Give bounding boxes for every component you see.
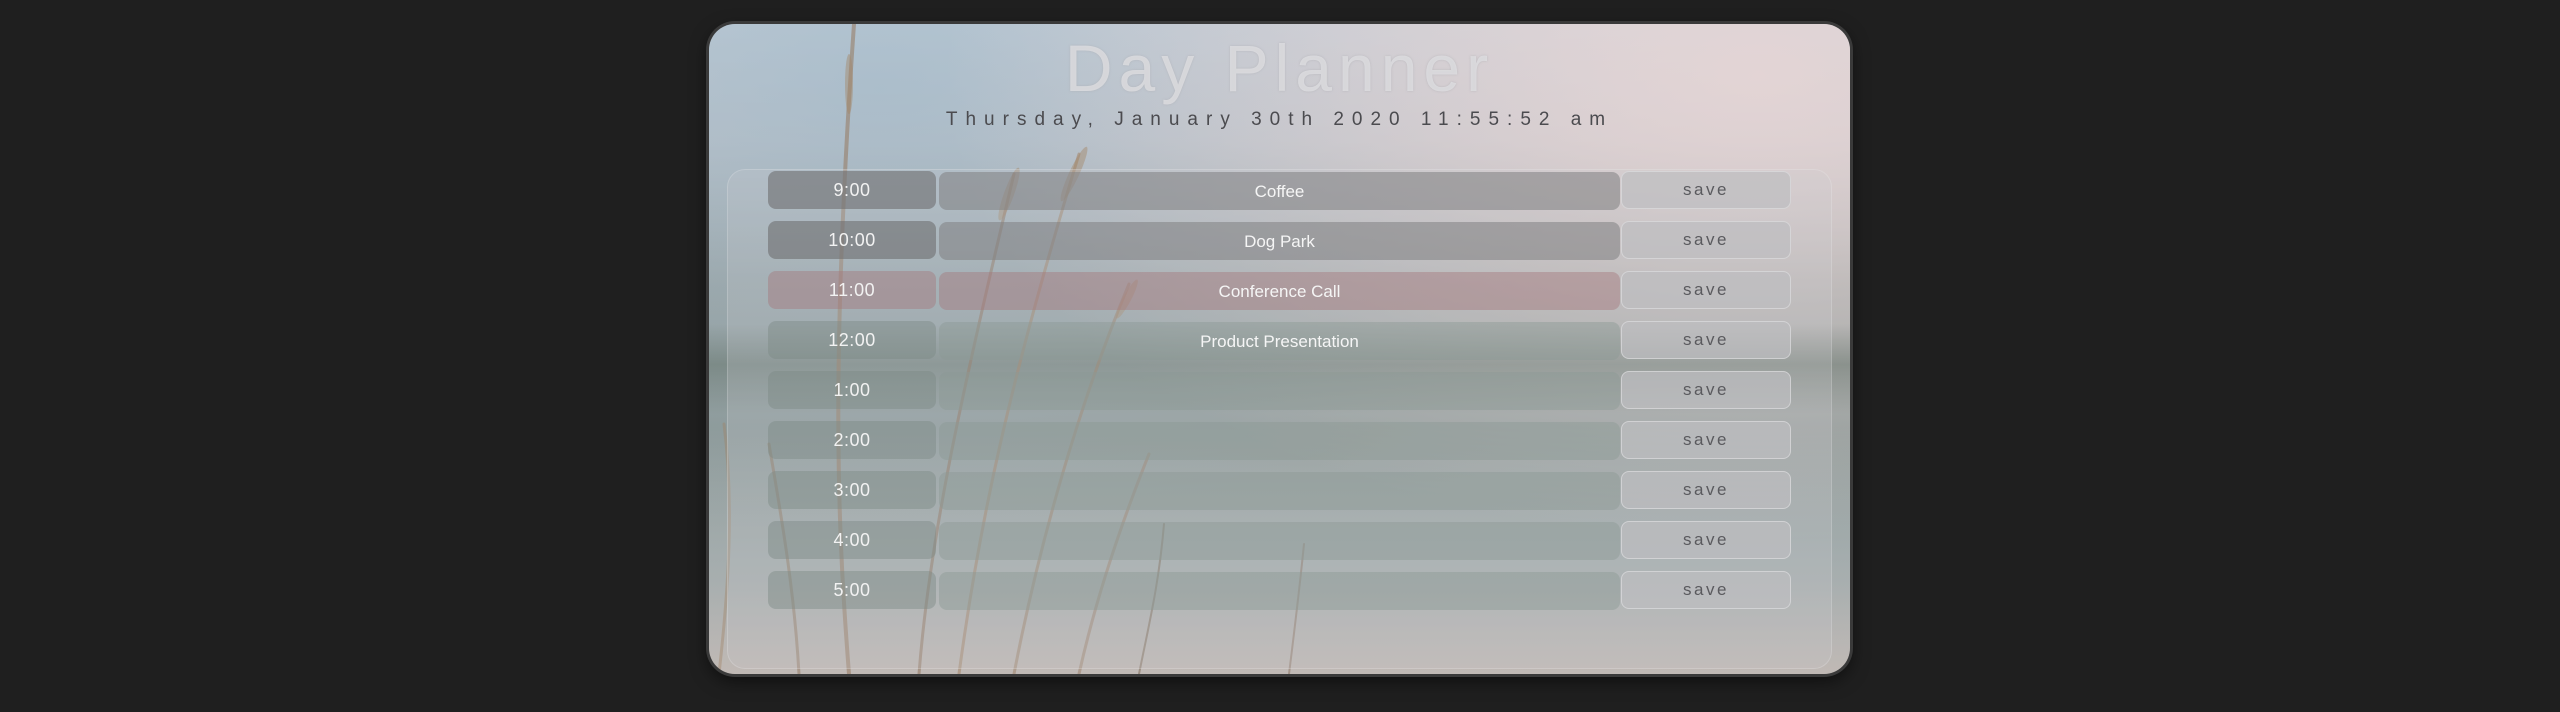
hour-label: 1:00: [768, 371, 936, 409]
hour-label: 12:00: [768, 321, 936, 359]
page-title: Day Planner: [1064, 31, 1495, 105]
event-textarea[interactable]: Coffee: [939, 172, 1620, 210]
event-textarea[interactable]: [939, 522, 1620, 560]
hour-label: 10:00: [768, 221, 936, 259]
save-button[interactable]: save: [1621, 421, 1791, 459]
save-button[interactable]: save: [1621, 321, 1791, 359]
save-button[interactable]: save: [1621, 471, 1791, 509]
header: Day Planner Thursday, January 30th 2020 …: [709, 24, 1850, 132]
time-block-row-6: 3:00 save: [727, 471, 1832, 511]
event-textarea[interactable]: [939, 422, 1620, 460]
time-block-row-4: 1:00 save: [727, 371, 1832, 411]
time-block-row-5: 2:00 save: [727, 421, 1832, 461]
time-block-row-3: 12:00 Product Presentation save: [727, 321, 1832, 361]
time-block-row-8: 5:00 save: [727, 571, 1832, 611]
hour-label: 11:00: [768, 271, 936, 309]
event-textarea[interactable]: Product Presentation: [939, 322, 1620, 360]
event-textarea[interactable]: [939, 572, 1620, 610]
hour-label: 3:00: [768, 471, 936, 509]
hour-label: 2:00: [768, 421, 936, 459]
hour-label: 4:00: [768, 521, 936, 559]
hour-label: 9:00: [768, 171, 936, 209]
time-block-row-7: 4:00 save: [727, 521, 1832, 561]
save-button[interactable]: save: [1621, 371, 1791, 409]
save-button[interactable]: save: [1621, 221, 1791, 259]
event-textarea[interactable]: Dog Park: [939, 222, 1620, 260]
hour-label: 5:00: [768, 571, 936, 609]
save-button[interactable]: save: [1621, 571, 1791, 609]
save-button[interactable]: save: [1621, 271, 1791, 309]
time-block-row-2: 11:00 Conference Call save: [727, 271, 1832, 311]
save-button[interactable]: save: [1621, 521, 1791, 559]
event-textarea[interactable]: [939, 372, 1620, 410]
event-textarea[interactable]: Conference Call: [939, 272, 1620, 310]
event-textarea[interactable]: [939, 472, 1620, 510]
time-block-row-1: 10:00 Dog Park save: [727, 221, 1832, 261]
time-block-row-0: 9:00 Coffee save: [727, 171, 1832, 211]
schedule-container: 9:00 Coffee save 10:00 Dog Park save 11:…: [727, 169, 1832, 669]
planner-card: Day Planner Thursday, January 30th 2020 …: [709, 24, 1850, 674]
save-button[interactable]: save: [1621, 171, 1791, 209]
current-date: Thursday, January 30th 2020 11:55:52 am: [945, 109, 1614, 130]
